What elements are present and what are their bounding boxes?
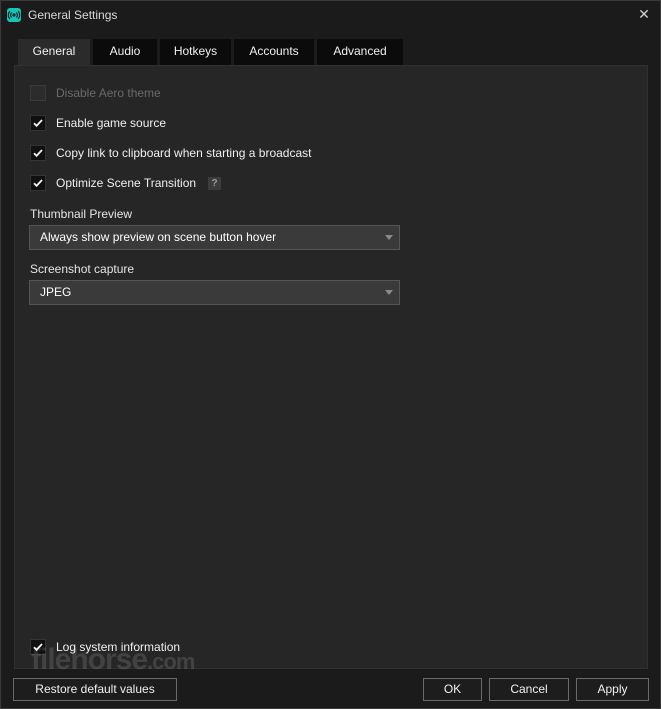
- disable-aero-row: Disable Aero theme: [30, 84, 161, 102]
- checkmark-icon: [33, 119, 43, 128]
- general-panel: Disable Aero theme Enable game source Co…: [14, 65, 648, 669]
- broadcast-icon: [7, 8, 21, 22]
- screenshot-capture-value: JPEG: [40, 285, 72, 299]
- apply-button[interactable]: Apply: [576, 678, 649, 701]
- ok-button[interactable]: OK: [423, 678, 482, 701]
- checkmark-icon: [33, 149, 43, 158]
- log-system-checkbox[interactable]: [30, 639, 46, 655]
- chevron-down-icon: [385, 290, 393, 295]
- enable-game-source-row: Enable game source: [30, 114, 166, 132]
- copy-link-checkbox[interactable]: [30, 145, 46, 161]
- restore-defaults-button[interactable]: Restore default values: [13, 678, 177, 701]
- cancel-button[interactable]: Cancel: [489, 678, 569, 701]
- optimize-scene-checkbox[interactable]: [30, 175, 46, 191]
- settings-window: General Settings ✕ General Audio Hotkeys…: [0, 0, 661, 709]
- chevron-down-icon: [385, 235, 393, 240]
- thumbnail-preview-label: Thumbnail Preview: [30, 207, 133, 221]
- log-system-row: Log system information: [30, 638, 180, 656]
- tab-hotkeys[interactable]: Hotkeys: [160, 39, 231, 65]
- disable-aero-label: Disable Aero theme: [56, 86, 161, 100]
- tab-audio[interactable]: Audio: [93, 39, 157, 65]
- copy-link-label: Copy link to clipboard when starting a b…: [56, 146, 312, 160]
- tab-advanced[interactable]: Advanced: [317, 39, 403, 65]
- title-bar[interactable]: General Settings ✕: [1, 1, 660, 29]
- optimize-scene-row: Optimize Scene Transition ?: [30, 174, 222, 192]
- optimize-scene-label: Optimize Scene Transition: [56, 176, 197, 190]
- window-title: General Settings: [28, 8, 118, 22]
- tab-general[interactable]: General: [18, 39, 90, 65]
- disable-aero-checkbox[interactable]: [30, 85, 46, 101]
- enable-game-source-checkbox[interactable]: [30, 115, 46, 131]
- checkmark-icon: [33, 179, 43, 188]
- screenshot-capture-label: Screenshot capture: [30, 262, 135, 276]
- thumbnail-preview-select[interactable]: Always show preview on scene button hove…: [29, 225, 400, 250]
- checkmark-icon: [33, 643, 43, 652]
- enable-game-source-label: Enable game source: [56, 116, 167, 130]
- tab-accounts[interactable]: Accounts: [234, 39, 314, 65]
- log-system-label: Log system information: [56, 640, 181, 654]
- copy-link-row: Copy link to clipboard when starting a b…: [30, 144, 311, 162]
- screenshot-capture-select[interactable]: JPEG: [29, 280, 400, 305]
- close-icon[interactable]: ✕: [636, 5, 652, 23]
- help-icon[interactable]: ?: [208, 176, 222, 190]
- thumbnail-preview-value: Always show preview on scene button hove…: [40, 230, 277, 244]
